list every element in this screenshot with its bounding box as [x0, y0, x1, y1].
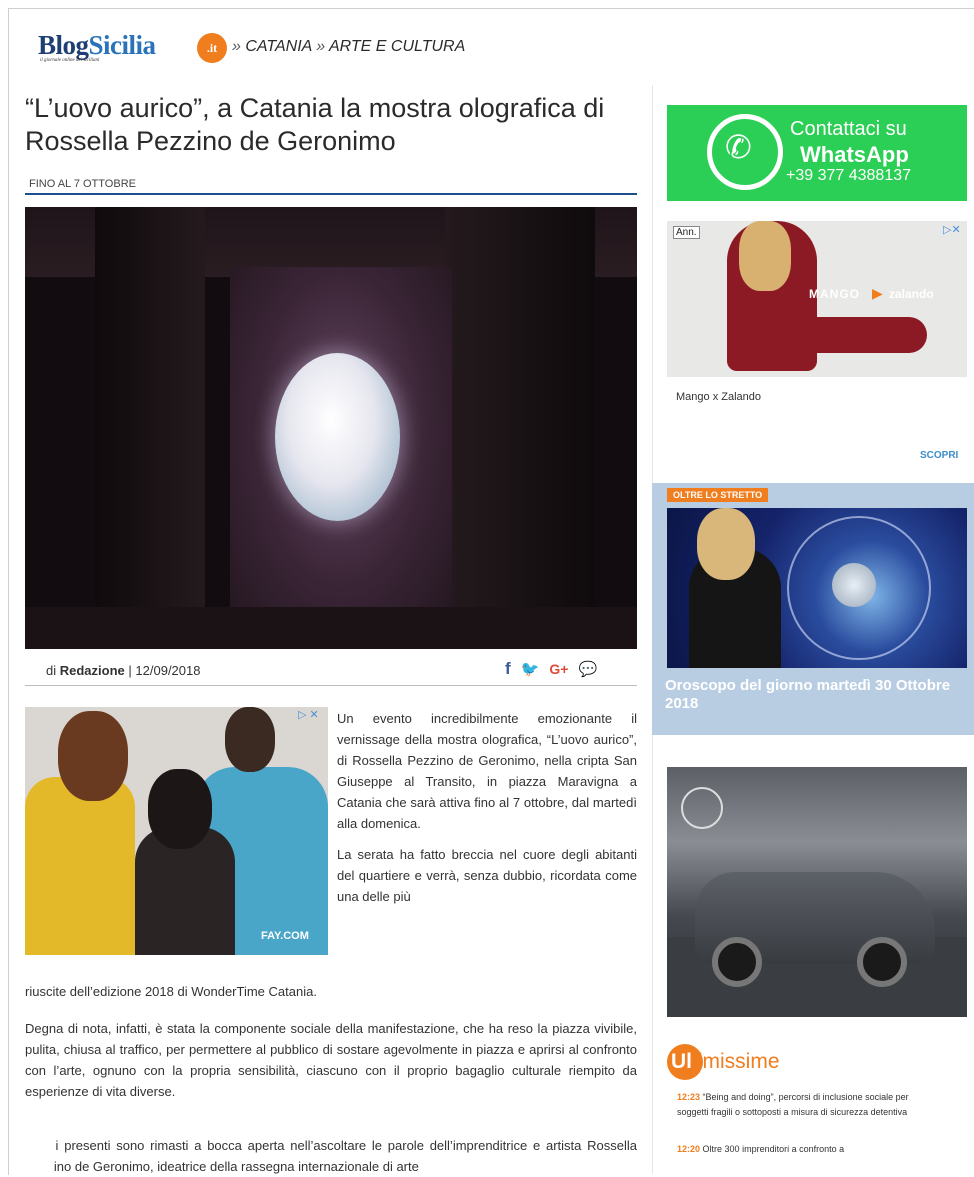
kicker-divider	[25, 193, 637, 195]
logo-tagline: il giornale online dei siciliani	[40, 58, 100, 63]
author-link[interactable]: Redazione	[60, 663, 125, 678]
horoscope-image[interactable]	[667, 508, 967, 668]
promo-title[interactable]: Oroscopo del giorno martedì 30 Ottobre 2…	[665, 677, 965, 713]
google-plus-icon[interactable]: G+	[549, 661, 568, 677]
ad-mango-label: MANGO	[809, 287, 860, 301]
holographic-egg	[275, 353, 400, 521]
news-item[interactable]: 12:20 Oltre 300 imprenditori a confronto…	[677, 1142, 912, 1157]
inline-ad-image[interactable]: FAY.COM	[25, 707, 328, 955]
article-title: “L’uovo aurico”, a Catania la mostra olo…	[25, 93, 605, 156]
sidebar-ad-image[interactable]: MANGO ▶ zalando	[667, 221, 967, 377]
facebook-icon[interactable]: f	[505, 659, 511, 679]
breadcrumb-arte-cultura[interactable]: ARTE E CULTURA	[329, 38, 465, 55]
twitter-icon[interactable]: 🐦	[521, 660, 540, 678]
ad-annotation: Ann.	[673, 226, 700, 239]
whatsapp-line2: WhatsApp	[800, 142, 909, 167]
promo-tag: OLTRE LO STRETTO	[667, 488, 769, 502]
ad-brand: FAY.COM	[261, 930, 309, 942]
paragraph-1: Un evento incredibilmente emozionante il…	[337, 711, 637, 831]
messenger-icon[interactable]: 💬	[578, 660, 597, 678]
article-date: 12/09/2018	[135, 663, 201, 678]
byline-divider	[25, 685, 637, 686]
article-body-wrapped: Un evento incredibilmente emozionante il…	[337, 708, 637, 917]
whatsapp-line1: Contattaci su	[790, 118, 907, 140]
ad-choices-close[interactable]: ▷ ✕	[298, 708, 319, 721]
paragraph-3: Degna di nota, infatti, è stata la compo…	[25, 1021, 637, 1099]
paragraph-4: Tutti i presenti sono rimasti a bocca ap…	[25, 1138, 637, 1174]
scopri-link[interactable]: SCOPRI	[920, 450, 958, 461]
hero-image	[25, 207, 637, 649]
breadcrumb: » CATANIA » ARTE E CULTURA	[232, 38, 466, 55]
phone-icon: ✆	[725, 129, 752, 165]
byline: di Redazione | 12/09/2018	[46, 663, 201, 678]
breadcrumb-catania[interactable]: CATANIA	[245, 38, 311, 55]
ad-choices-close-side[interactable]: ▷✕	[943, 223, 961, 236]
ad-zalando-label: zalando	[889, 287, 934, 301]
sidebar-ad-caption[interactable]: Mango x Zalando	[676, 391, 761, 403]
ultimissime-heading: Ultimissime	[671, 1050, 780, 1073]
alfa-romeo-logo	[681, 787, 723, 829]
paragraph-2-start: La serata ha fatto breccia nel cuore deg…	[337, 847, 637, 904]
logo-it-badge: .it	[197, 33, 227, 63]
article-kicker: FINO AL 7 OTTOBRE	[29, 178, 136, 190]
whatsapp-phone: +39 377 4388137	[786, 167, 912, 184]
site-logo[interactable]: BlogSicilia	[38, 30, 156, 61]
paragraph-2-end: riuscite dell’edizione 2018 di WonderTim…	[25, 984, 317, 999]
news-item[interactable]: 12:23 “Being and doing”, percorsi di inc…	[677, 1090, 912, 1120]
car-ad-image[interactable]	[667, 767, 967, 1017]
overlay-edge	[10, 1134, 54, 1174]
share-bar: f 🐦 G+ 💬	[505, 656, 597, 682]
play-icon: ▶	[872, 285, 883, 301]
